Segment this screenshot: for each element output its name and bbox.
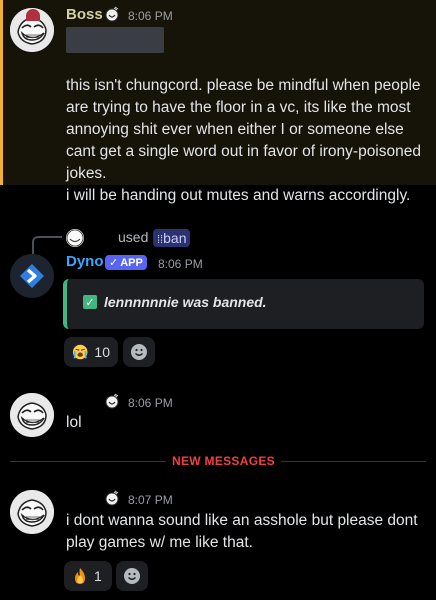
message-followup: i will be handing out mutes and warns ac… — [66, 187, 411, 204]
timestamp[interactable]: 8:06 PM — [128, 396, 173, 410]
avatar[interactable] — [10, 393, 54, 437]
smiley-add-icon — [131, 344, 147, 360]
redacted-block — [66, 27, 164, 53]
fire-emoji-icon — [75, 568, 85, 584]
reaction-crying[interactable]: 10 — [64, 337, 118, 367]
dyno-logo-icon — [20, 264, 44, 288]
add-reaction-button[interactable] — [123, 337, 155, 367]
timestamp[interactable]: 8:07 PM — [128, 493, 173, 507]
checkbox-icon: ✓ — [83, 295, 97, 309]
server-badge-icon — [104, 6, 120, 22]
command-name: ban — [163, 230, 187, 246]
timestamp[interactable]: 8:06 PM — [158, 257, 203, 271]
embed: ✓ lennnnnnie was banned. — [63, 279, 424, 329]
reaction-count: 1 — [94, 568, 102, 584]
loudly-crying-emoji-icon — [72, 344, 88, 360]
avatar[interactable] — [10, 490, 54, 534]
message-content: lol — [66, 414, 82, 431]
trollface-avatar-icon — [10, 393, 54, 437]
message-line: this isn't chungcord. please be mindful … — [66, 77, 421, 94]
reaction-fire[interactable]: 1 — [64, 561, 112, 591]
mention-highlight-bar — [0, 0, 3, 185]
message-line: i dont wanna sound like an asshole but p… — [66, 512, 418, 529]
embed-text: lennnnnnie was banned. — [104, 294, 267, 310]
reaction-count: 10 — [94, 344, 110, 360]
add-reaction-button[interactable] — [116, 561, 148, 591]
server-badge-icon — [104, 490, 120, 506]
message-line: are trying to have the floor in a vc, it… — [66, 99, 411, 116]
trollface-small-icon — [66, 229, 84, 247]
reply-connector — [32, 236, 62, 254]
check-icon: ✓ — [109, 257, 119, 269]
message-content: i dont wanna sound like an asshole but p… — [66, 510, 428, 554]
message-line: annoying shit ever when either I or some… — [66, 121, 404, 138]
trollface-avatar-icon — [10, 490, 54, 534]
reply-avatar[interactable] — [66, 229, 84, 247]
avatar-hat-decoration — [26, 9, 40, 21]
embed-body: ✓ lennnnnnie was banned. — [83, 294, 267, 310]
timestamp[interactable]: 8:06 PM — [128, 9, 173, 23]
smiley-add-icon — [124, 568, 140, 584]
author-name[interactable]: Dyno — [66, 253, 104, 270]
app-tag: ✓ APP — [105, 255, 147, 270]
slash-command-chip[interactable]: ⁞⁞ban — [153, 229, 191, 247]
message-line: jokes. — [66, 165, 107, 182]
message-line: cant get a single word out in favor of i… — [66, 143, 421, 160]
server-badge-icon — [104, 393, 120, 409]
message-line: play games w/ me like that. — [66, 534, 253, 551]
app-tag-label: APP — [120, 256, 143, 269]
author-name[interactable]: Boss — [66, 6, 103, 23]
new-messages-label: NEW MESSAGES — [166, 454, 281, 468]
dyno-avatar[interactable] — [10, 254, 54, 298]
message-content: this isn't chungcord. please be mindful … — [66, 75, 428, 185]
reply-used-text: used — [118, 229, 149, 245]
